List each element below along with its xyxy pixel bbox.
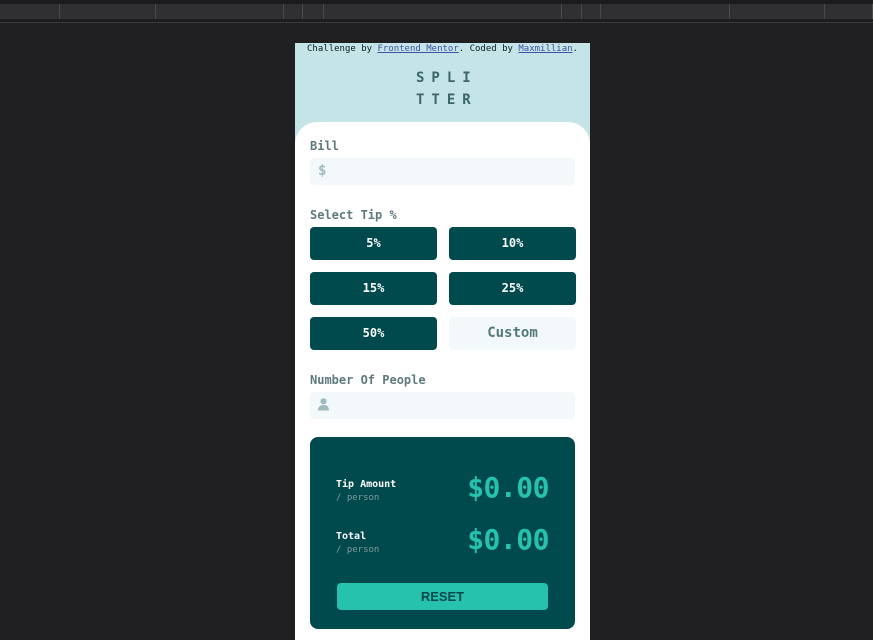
bill-input[interactable]: [334, 158, 564, 185]
tip-button-15[interactable]: 15%: [310, 272, 437, 305]
bill-field[interactable]: $: [310, 158, 575, 185]
bill-label: Bill: [310, 139, 339, 153]
toolbar-segment: [60, 4, 156, 19]
frontend-mentor-link[interactable]: Frontend Mentor: [377, 44, 458, 54]
toolbar-segment: [730, 4, 825, 19]
logo-line-2: TTER: [416, 92, 478, 108]
tip-button-5[interactable]: 5%: [310, 227, 437, 260]
toolbar-segment: [601, 4, 730, 19]
tip-amount-sublabel: / person: [336, 493, 380, 503]
tip-amount-row: Tip Amount / person $0.00: [336, 471, 549, 509]
tip-button-10[interactable]: 10%: [449, 227, 576, 260]
reset-button[interactable]: RESET: [337, 583, 548, 610]
tip-button-50[interactable]: 50%: [310, 317, 437, 350]
total-label: Total: [336, 531, 367, 542]
people-label: Number Of People: [310, 373, 426, 387]
total-sublabel: / person: [336, 545, 380, 555]
tip-button-25[interactable]: 25%: [449, 272, 576, 305]
attribution-middle: . Coded by: [458, 44, 519, 54]
logo-line-1: SPLI: [416, 70, 478, 86]
attribution: Challenge by Frontend Mentor. Coded by M…: [295, 44, 590, 54]
toolbar-segment: [0, 4, 60, 19]
attribution-prefix: Challenge by: [307, 44, 378, 54]
splitter-logo: SPLI TTER: [409, 67, 476, 111]
total-value: $0.00: [467, 523, 549, 556]
toolbar-segment: [156, 4, 284, 19]
author-link[interactable]: Maxmillian: [518, 44, 572, 54]
toolbar-segment: [284, 4, 303, 19]
results-panel: Tip Amount / person $0.00 Total / person…: [310, 437, 575, 629]
browser-toolbar: [0, 0, 873, 23]
total-row: Total / person $0.00: [336, 523, 549, 561]
select-tip-label: Select Tip %: [310, 208, 397, 222]
calculator-card: Bill $ Select Tip % 5% 10% 15% 25% 50% C…: [295, 122, 590, 640]
toolbar-segment: [562, 4, 582, 19]
dollar-icon: $: [318, 163, 327, 179]
toolbar-segment: [825, 4, 873, 19]
attribution-suffix: .: [572, 44, 578, 54]
people-input[interactable]: [334, 392, 564, 419]
toolbar-segment: [582, 4, 601, 19]
person-icon: [318, 398, 329, 415]
tip-amount-label: Tip Amount: [336, 479, 397, 490]
toolbar-segment: [303, 4, 324, 19]
tip-amount-value: $0.00: [467, 471, 549, 504]
people-field[interactable]: [310, 392, 575, 419]
app-viewport: Challenge by Frontend Mentor. Coded by M…: [295, 43, 590, 640]
toolbar-segment: [324, 4, 562, 19]
custom-tip-input[interactable]: Custom: [449, 317, 576, 350]
